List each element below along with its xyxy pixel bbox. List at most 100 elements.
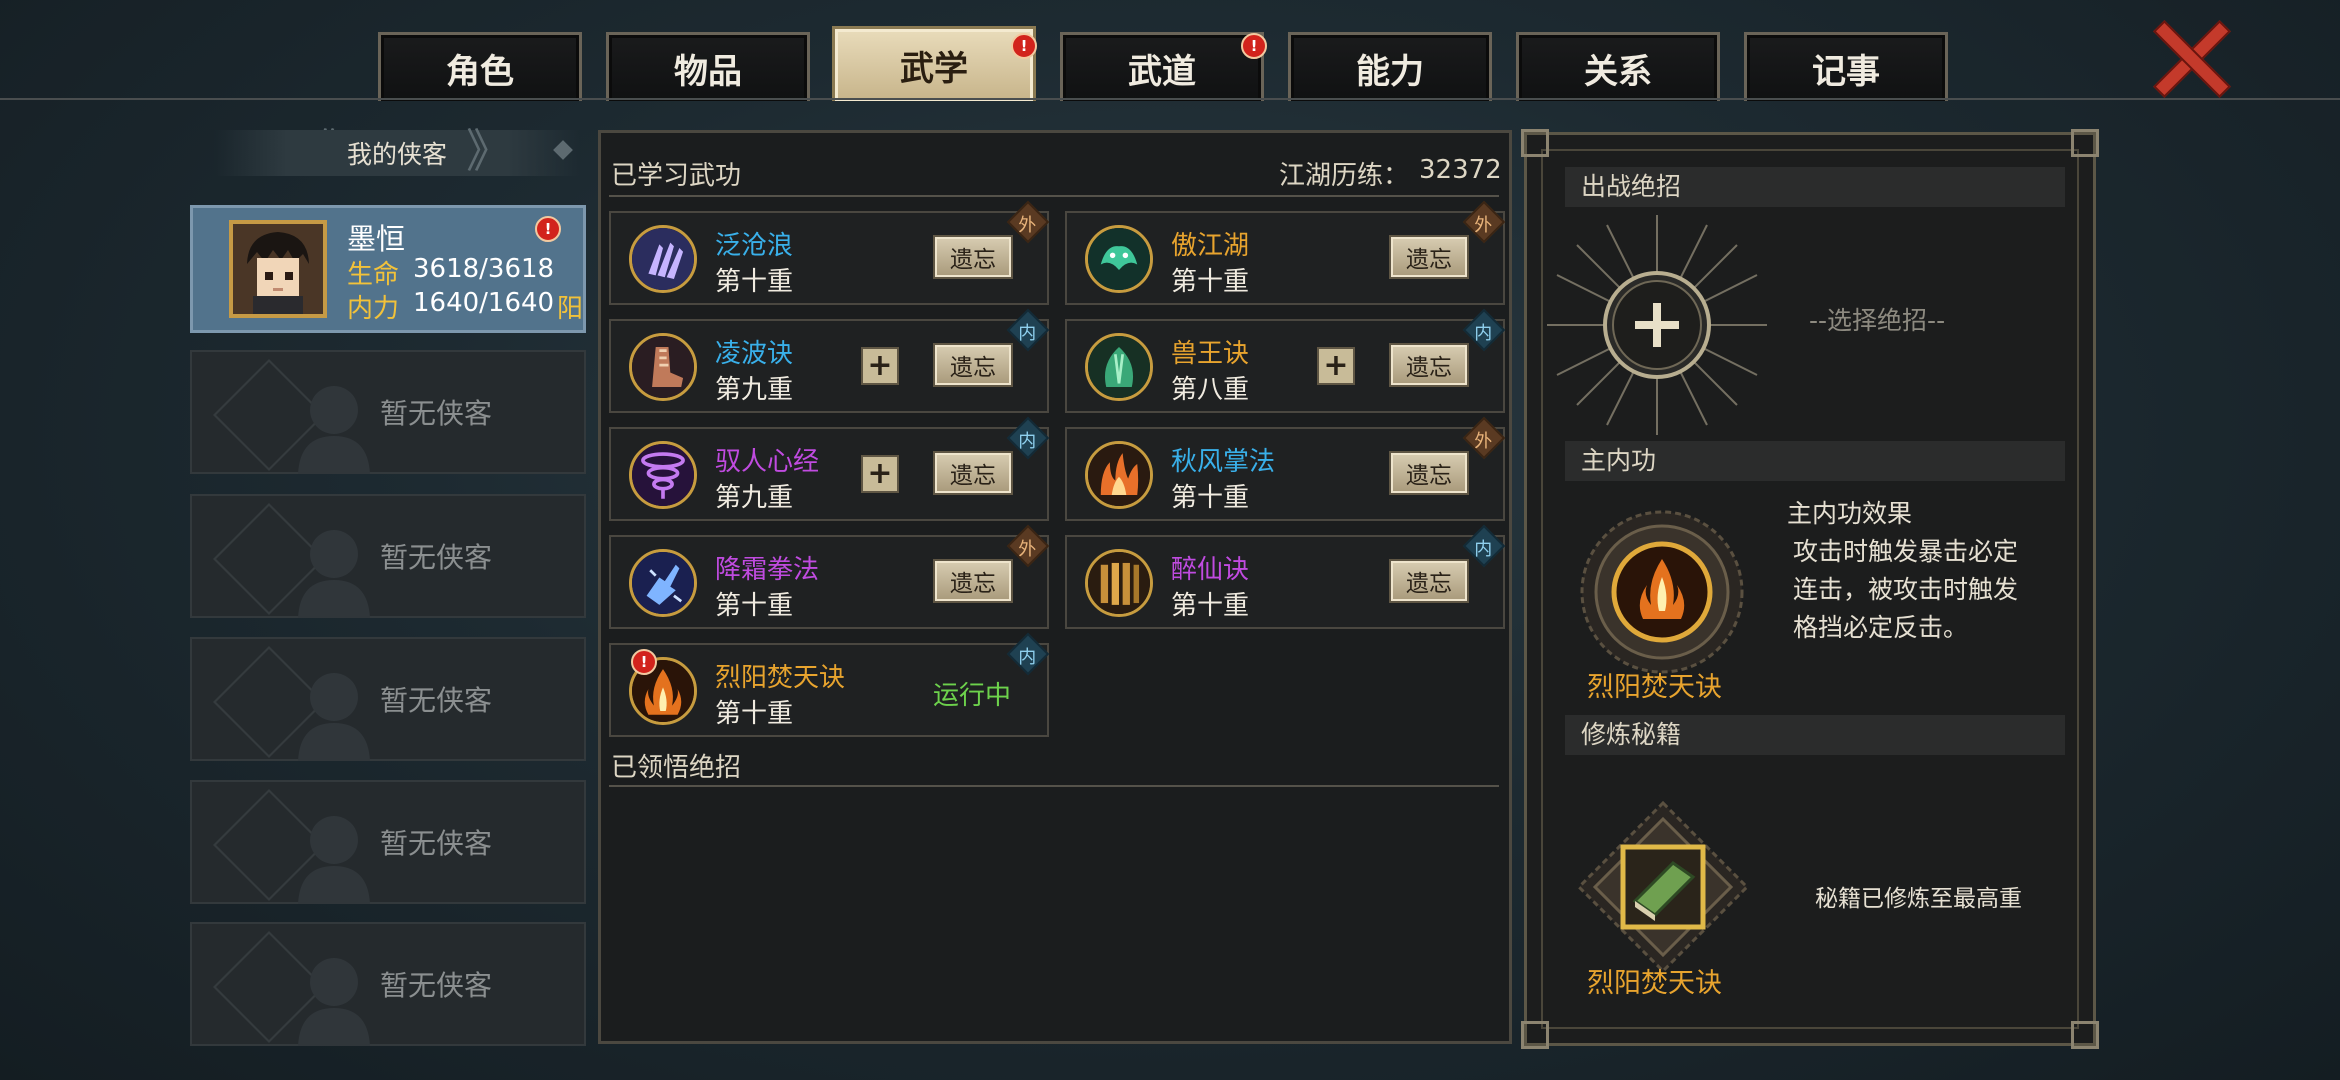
chevron-right-icon[interactable]: 》 <box>466 128 512 174</box>
forget-label: 遗忘 <box>1406 355 1452 381</box>
forget-button[interactable]: 遗忘 <box>933 559 1013 603</box>
forget-button[interactable]: 遗忘 <box>933 235 1013 279</box>
claw-icon <box>629 225 697 293</box>
forget-button[interactable]: 遗忘 <box>1389 451 1469 495</box>
forget-button[interactable]: 遗忘 <box>933 451 1013 495</box>
add-skill-button[interactable] <box>1547 215 1767 435</box>
main-inner-skill-name: 烈阳焚天诀 <box>1587 672 1722 703</box>
experience-value: 32372 <box>1419 155 1502 185</box>
tab-ability[interactable]: 能力 <box>1288 32 1492 101</box>
skill-name: 傲江湖 <box>1171 231 1250 261</box>
alert-icon: ! <box>1241 33 1267 59</box>
corner-ornament <box>1521 129 1549 157</box>
upgrade-button[interactable]: + <box>861 347 899 385</box>
select-skill-placeholder[interactable]: --选择绝招-- <box>1809 301 1945 337</box>
scroll-icon <box>1085 549 1153 617</box>
skill-name: 兽王诀 <box>1171 339 1250 369</box>
battle-skill-header: 出战绝招 <box>1565 167 2065 207</box>
forget-button[interactable]: 遗忘 <box>1389 559 1469 603</box>
hp-label: 生命 <box>347 260 400 290</box>
hero-slot-empty[interactable]: 暂无侠客 <box>190 780 586 904</box>
skill-type-tag: 内 <box>1462 524 1506 568</box>
section-divider <box>609 785 1499 787</box>
tab-items[interactable]: 物品 <box>606 32 810 101</box>
skill-type-tag: 内 <box>1006 416 1050 460</box>
skill-name: 秋风掌法 <box>1171 447 1276 477</box>
loadout-panel: 出战绝招 --选择绝招-- 主内功 烈阳焚天诀 主内功效果 攻击时触发暴击必定 … <box>1521 129 2099 1049</box>
skill-name: 降霜拳法 <box>715 555 820 585</box>
forget-label: 遗忘 <box>950 355 996 381</box>
forget-button[interactable]: 遗忘 <box>933 343 1013 387</box>
main-inner-header: 主内功 <box>1565 441 2065 481</box>
mp-value: 1640/1640 <box>413 288 555 318</box>
tab-label: 角色 <box>446 51 514 92</box>
skill-card[interactable]: 烈阳焚天诀 第十重 运行中内! <box>609 632 1050 737</box>
hero-slot-empty[interactable]: 暂无侠客 <box>190 637 586 761</box>
beast-icon <box>1085 333 1153 401</box>
skill-card[interactable]: 秋风掌法 第十重 遗忘外 <box>1065 416 1506 521</box>
attribute-badge: 阳 <box>557 294 584 324</box>
forget-label: 遗忘 <box>950 463 996 489</box>
skill-type-tag: 外 <box>1006 524 1050 568</box>
tab-relations[interactable]: 关系 <box>1516 32 1720 101</box>
mp-label: 内力 <box>347 294 400 324</box>
forget-label: 遗忘 <box>1406 571 1452 597</box>
vortex-icon <box>629 441 697 509</box>
skill-card[interactable]: 凌波诀 第九重 + 遗忘内 <box>609 308 1050 413</box>
tab-label: 武学 <box>900 48 968 89</box>
skill-card[interactable]: 降霜拳法第十重 遗忘外 <box>609 524 1050 629</box>
skill-type-tag: 内 <box>1006 308 1050 352</box>
flame-palm-icon <box>1085 441 1153 509</box>
skill-card[interactable]: 驭人心经 第九重 + 遗忘内 <box>609 416 1050 521</box>
empty-slot-label: 暂无侠客 <box>380 397 493 430</box>
upgrade-button[interactable]: + <box>861 455 899 493</box>
tab-martial-arts[interactable]: 武学 ! <box>832 26 1037 101</box>
skill-card[interactable]: 泛沧浪 第十重 遗忘外 <box>609 200 1050 305</box>
silhouette-icon <box>298 530 370 618</box>
forget-label: 遗忘 <box>1406 463 1452 489</box>
tab-role[interactable]: 角色 <box>378 32 582 101</box>
corner-ornament <box>2071 129 2099 157</box>
skill-name: 烈阳焚天诀 <box>715 663 846 693</box>
tab-journal[interactable]: 记事 <box>1744 32 1948 101</box>
silhouette-icon <box>298 816 370 904</box>
hero-slot-empty[interactable]: 暂无侠客 <box>190 494 586 618</box>
manual-slot[interactable] <box>1573 797 1753 977</box>
skill-level: 第十重 <box>715 591 794 621</box>
skill-type-label: 内 <box>1474 323 1493 345</box>
skill-level: 第十重 <box>1171 267 1250 297</box>
boot-icon <box>629 333 697 401</box>
skill-name: 驭人心经 <box>715 447 820 477</box>
empty-slot-label: 暂无侠客 <box>380 541 493 574</box>
effect-title: 主内功效果 <box>1787 499 1913 528</box>
sunburst-icon <box>1547 215 1767 435</box>
hero-slot-empty[interactable]: 暂无侠客 <box>190 922 586 1046</box>
close-icon[interactable] <box>2148 16 2228 96</box>
skill-card[interactable]: 傲江湖第十重 遗忘外 <box>1065 200 1506 305</box>
forget-button[interactable]: 遗忘 <box>1389 235 1469 279</box>
hero-slot-empty[interactable]: 暂无侠客 <box>190 350 586 474</box>
ultimate-title: 已领悟绝招 <box>611 753 742 783</box>
forget-button[interactable]: 遗忘 <box>1389 343 1469 387</box>
skill-type-label: 内 <box>1018 431 1037 453</box>
upgrade-button[interactable]: + <box>1317 347 1355 385</box>
tab-martial-way[interactable]: 武道 ! <box>1060 32 1267 101</box>
skill-card[interactable]: 醉仙诀第十重 遗忘内 <box>1065 524 1506 629</box>
skill-level: 第十重 <box>1171 591 1250 621</box>
experience-label: 江湖历练： <box>1279 161 1410 191</box>
alert-icon: ! <box>1011 33 1037 59</box>
hero-name: 墨恒 <box>347 222 406 256</box>
corner-ornament <box>2071 1021 2099 1049</box>
empty-slot-label: 暂无侠客 <box>380 969 493 1002</box>
skills-panel: 已学习武功 江湖历练： 32372 泛沧浪 第十重 遗忘外傲江湖 第十重 遗忘外凌波诀第… <box>598 130 1512 1044</box>
skill-card[interactable]: 兽王诀第八重 + 遗忘内 <box>1065 308 1506 413</box>
cultivate-header: 修炼秘籍 <box>1565 715 2065 755</box>
skill-type-label: 外 <box>1474 215 1493 237</box>
skill-type-label: 外 <box>1018 215 1037 237</box>
hero-card-selected[interactable]: 墨恒 生命 3618/3618 内力 1640/1640 阳 ! <box>190 205 586 333</box>
alert-icon: ! <box>631 649 657 675</box>
skill-name: 醉仙诀 <box>1171 555 1250 585</box>
main-inner-skill-slot[interactable] <box>1577 507 1747 677</box>
skill-level: 第八重 <box>1171 375 1250 405</box>
empty-slot-label: 暂无侠客 <box>380 827 493 860</box>
